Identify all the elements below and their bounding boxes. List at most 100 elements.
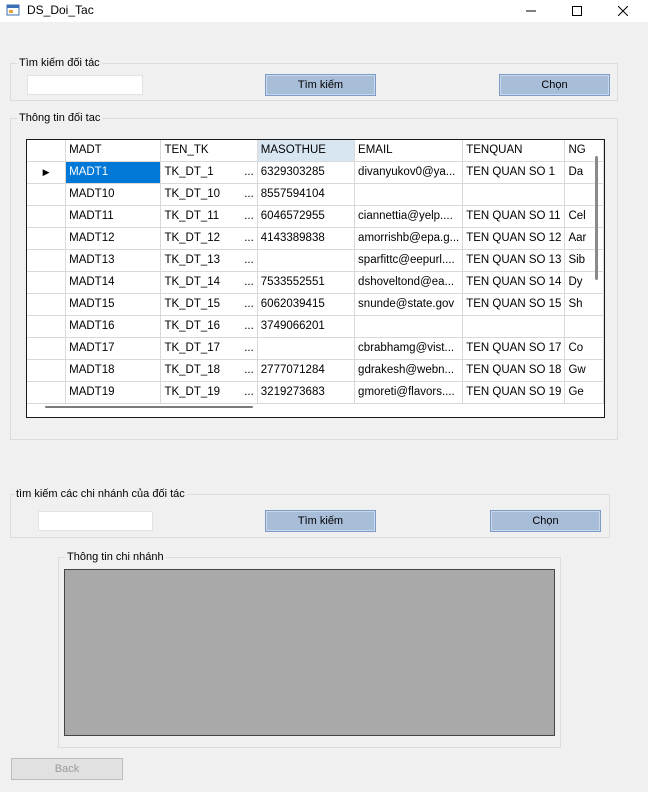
cell-email[interactable] (354, 315, 464, 338)
cell-madt[interactable]: MADT1 (65, 161, 162, 184)
cell-masothue[interactable]: 6329303285 (257, 161, 356, 184)
cell-masothue[interactable]: 6062039415 (257, 293, 356, 316)
cell-email[interactable]: sparfittc@eepurl.... (354, 249, 464, 272)
cell-madt[interactable]: MADT12 (65, 227, 162, 250)
row-header[interactable] (27, 271, 67, 294)
cell-masothue[interactable]: 8557594104 (257, 183, 356, 206)
row-header[interactable] (27, 359, 67, 382)
cell-masothue[interactable]: 3219273683 (257, 381, 356, 404)
row-header[interactable] (27, 293, 67, 316)
cell-madt[interactable]: MADT16 (65, 315, 162, 338)
row-header[interactable] (27, 205, 67, 228)
table-row[interactable]: MADT10 TK_DT_10... 8557594104 (27, 183, 604, 206)
row-header[interactable] (27, 381, 67, 404)
table-row[interactable]: MADT19 TK_DT_19... 3219273683 gmoreti@flavo… (27, 381, 604, 404)
row-header[interactable]: ▶ (27, 161, 67, 184)
cell-masothue[interactable]: 6046572955 (257, 205, 356, 228)
cell-ten-tk[interactable]: TK_DT_13... (160, 249, 258, 272)
cell-ng[interactable]: Co (564, 337, 604, 360)
cell-masothue[interactable] (257, 249, 356, 272)
column-header-tenquan[interactable]: TENQUAN (462, 140, 566, 162)
vertical-scrollbar[interactable] (595, 156, 598, 280)
cell-ten-tk[interactable]: TK_DT_17... (160, 337, 258, 360)
table-row[interactable]: MADT15 TK_DT_15... 6062039415 snunde@state.… (27, 293, 604, 316)
back-button[interactable]: Back (11, 758, 123, 780)
cell-tenquan[interactable]: TEN QUAN SO 13 (462, 249, 566, 272)
cell-ten-tk[interactable]: TK_DT_10... (160, 183, 258, 206)
branch-data-grid[interactable] (64, 569, 555, 736)
cell-madt[interactable]: MADT17 (65, 337, 162, 360)
cell-ten-tk[interactable]: TK_DT_16... (160, 315, 258, 338)
cell-madt[interactable]: MADT11 (65, 205, 162, 228)
cell-masothue[interactable] (257, 337, 356, 360)
maximize-button[interactable] (554, 0, 600, 22)
cell-tenquan[interactable]: TEN QUAN SO 12 (462, 227, 566, 250)
cell-email[interactable] (354, 183, 464, 206)
table-row[interactable]: MADT11 TK_DT_11... 6046572955 ciannettia@ye… (27, 205, 604, 228)
choose-branch-button[interactable]: Chọn (490, 510, 601, 532)
cell-ten-tk[interactable]: TK_DT_14... (160, 271, 258, 294)
search-branch-button[interactable]: Tìm kiếm (265, 510, 376, 532)
cell-madt[interactable]: MADT15 (65, 293, 162, 316)
cell-email[interactable]: snunde@state.gov (354, 293, 464, 316)
cell-tenquan[interactable] (462, 183, 566, 206)
cell-ten-tk[interactable]: TK_DT_11... (160, 205, 258, 228)
cell-masothue[interactable]: 2777071284 (257, 359, 356, 382)
cell-tenquan[interactable] (462, 315, 566, 338)
search-branch-input[interactable] (38, 511, 153, 531)
cell-ten-tk[interactable]: TK_DT_18... (160, 359, 258, 382)
cell-ng[interactable] (564, 315, 604, 338)
table-row[interactable]: MADT17 TK_DT_17... cbrabhamg@vist... TEN QU… (27, 337, 604, 360)
cell-email[interactable]: dshoveltond@ea... (354, 271, 464, 294)
search-partner-input[interactable] (27, 75, 143, 95)
table-row[interactable]: MADT18 TK_DT_18... 2777071284 gdrakesh@webn… (27, 359, 604, 382)
cell-ng[interactable]: Sh (564, 293, 604, 316)
cell-madt[interactable]: MADT14 (65, 271, 162, 294)
cell-ten-tk[interactable]: TK_DT_19... (160, 381, 258, 404)
cell-email[interactable]: ciannettia@yelp.... (354, 205, 464, 228)
cell-ng[interactable]: Gw (564, 359, 604, 382)
table-row[interactable]: MADT16 TK_DT_16... 3749066201 (27, 315, 604, 338)
partner-data-grid[interactable]: MADT TEN_TK MASOTHUE EMAIL TENQUAN NG ▶ M… (26, 139, 605, 418)
minimize-button[interactable] (508, 0, 554, 22)
cell-tenquan[interactable]: TEN QUAN SO 1 (462, 161, 566, 184)
cell-masothue[interactable]: 4143389838 (257, 227, 356, 250)
cell-email[interactable]: gmoreti@flavors.... (354, 381, 464, 404)
column-header-masothue[interactable]: MASOTHUE (257, 140, 356, 162)
row-header[interactable] (27, 183, 67, 206)
column-header-ten-tk[interactable]: TEN_TK (160, 140, 258, 162)
cell-madt[interactable]: MADT13 (65, 249, 162, 272)
table-row[interactable]: MADT12 TK_DT_12... 4143389838 amorrishb@epa… (27, 227, 604, 250)
cell-madt[interactable]: MADT18 (65, 359, 162, 382)
row-header[interactable] (27, 315, 67, 338)
cell-ten-tk[interactable]: TK_DT_15... (160, 293, 258, 316)
cell-email[interactable]: gdrakesh@webn... (354, 359, 464, 382)
cell-ten-tk[interactable]: TK_DT_1... (160, 161, 258, 184)
cell-tenquan[interactable]: TEN QUAN SO 19 (462, 381, 566, 404)
cell-tenquan[interactable]: TEN QUAN SO 18 (462, 359, 566, 382)
cell-tenquan[interactable]: TEN QUAN SO 17 (462, 337, 566, 360)
cell-tenquan[interactable]: TEN QUAN SO 15 (462, 293, 566, 316)
cell-ng[interactable]: Ge (564, 381, 604, 404)
table-row[interactable]: MADT14 TK_DT_14... 7533552551 dshoveltond@e… (27, 271, 604, 294)
search-partner-button[interactable]: Tìm kiếm (265, 74, 376, 96)
cell-madt[interactable]: MADT19 (65, 381, 162, 404)
column-header-email[interactable]: EMAIL (354, 140, 464, 162)
cell-email[interactable]: amorrishb@epa.g... (354, 227, 464, 250)
cell-email[interactable]: divanyukov0@ya... (354, 161, 464, 184)
close-button[interactable] (600, 0, 646, 22)
column-header-madt[interactable]: MADT (65, 140, 162, 162)
horizontal-scrollbar[interactable] (45, 406, 253, 408)
row-header[interactable] (27, 249, 67, 272)
row-header[interactable] (27, 337, 67, 360)
cell-masothue[interactable]: 7533552551 (257, 271, 356, 294)
cell-tenquan[interactable]: TEN QUAN SO 14 (462, 271, 566, 294)
cell-ten-tk[interactable]: TK_DT_12... (160, 227, 258, 250)
table-row[interactable]: ▶ MADT1 TK_DT_1... 6329303285 divanyukov0@ya… (27, 161, 604, 184)
row-header[interactable] (27, 227, 67, 250)
cell-masothue[interactable]: 3749066201 (257, 315, 356, 338)
cell-email[interactable]: cbrabhamg@vist... (354, 337, 464, 360)
choose-partner-button[interactable]: Chọn (499, 74, 610, 96)
cell-tenquan[interactable]: TEN QUAN SO 11 (462, 205, 566, 228)
cell-madt[interactable]: MADT10 (65, 183, 162, 206)
